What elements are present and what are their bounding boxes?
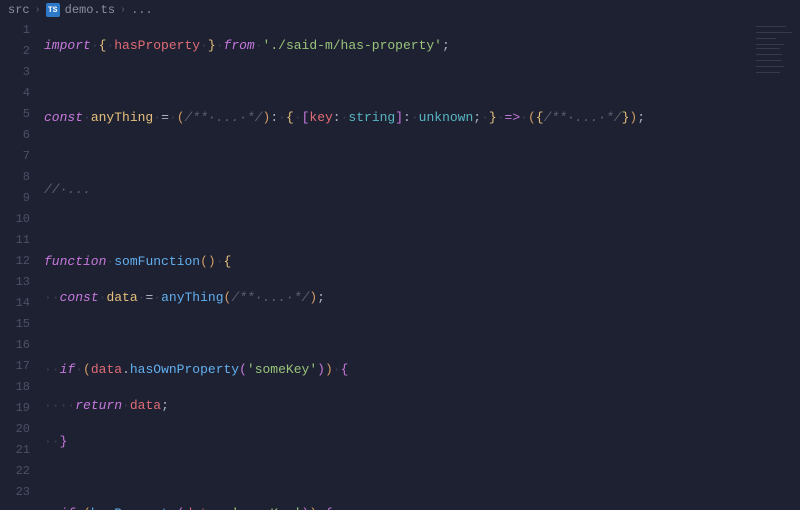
line-number: 18: [0, 377, 30, 398]
code-line[interactable]: [44, 323, 800, 344]
line-number: 5: [0, 104, 30, 125]
chevron-right-icon: ›: [120, 5, 126, 16]
code-line[interactable]: [44, 215, 800, 236]
code-line[interactable]: [44, 467, 800, 488]
line-number: 17: [0, 356, 30, 377]
code-area[interactable]: import·{·hasProperty·}·from·'./said-m/ha…: [44, 20, 800, 510]
breadcrumb-folder[interactable]: src: [8, 3, 30, 17]
line-number: 8: [0, 167, 30, 188]
line-number: 23: [0, 482, 30, 503]
code-line[interactable]: const·anyThing·=·(/**·...·*/):·{·[key:·s…: [44, 107, 800, 128]
line-number: 15: [0, 314, 30, 335]
line-number: 12: [0, 251, 30, 272]
code-line[interactable]: ··if·(hasProperty(data,·'someKey'))·{: [44, 503, 800, 510]
code-line[interactable]: ····return·data;: [44, 395, 800, 416]
breadcrumb[interactable]: src › TS demo.ts › ...: [0, 0, 800, 20]
line-number: 13: [0, 272, 30, 293]
line-number: 14: [0, 293, 30, 314]
code-line[interactable]: //·...: [44, 179, 800, 200]
line-number: 22: [0, 461, 30, 482]
line-number: 4: [0, 83, 30, 104]
breadcrumb-tail: ...: [131, 3, 153, 17]
line-number: 2: [0, 41, 30, 62]
code-line[interactable]: import·{·hasProperty·}·from·'./said-m/ha…: [44, 35, 800, 56]
line-number: 20: [0, 419, 30, 440]
line-number: 10: [0, 209, 30, 230]
typescript-icon: TS: [46, 3, 60, 17]
line-number: 1: [0, 20, 30, 41]
line-number: 9: [0, 188, 30, 209]
code-line[interactable]: ··const·data·=·anyThing(/**·...·*/);: [44, 287, 800, 308]
code-line[interactable]: function·somFunction()·{: [44, 251, 800, 272]
code-editor[interactable]: 1 2 3 4 5 6 7 8 9 10 11 12 13 14 15 16 1…: [0, 20, 800, 510]
line-number: 21: [0, 440, 30, 461]
breadcrumb-file[interactable]: demo.ts: [65, 3, 115, 17]
code-line[interactable]: ··if·(data.hasOwnProperty('someKey'))·{: [44, 359, 800, 380]
line-number: 11: [0, 230, 30, 251]
code-line[interactable]: [44, 143, 800, 164]
chevron-right-icon: ›: [35, 5, 41, 16]
line-number: 6: [0, 125, 30, 146]
line-number: 16: [0, 335, 30, 356]
line-number: 19: [0, 398, 30, 419]
line-number-gutter: 1 2 3 4 5 6 7 8 9 10 11 12 13 14 15 16 1…: [0, 20, 44, 510]
code-line[interactable]: ··}: [44, 431, 800, 452]
line-number: 7: [0, 146, 30, 167]
code-line[interactable]: [44, 71, 800, 92]
line-number: 3: [0, 62, 30, 83]
